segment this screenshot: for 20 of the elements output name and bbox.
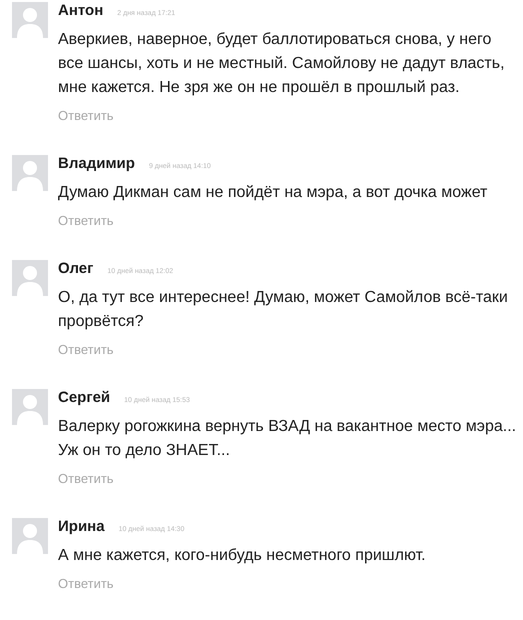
avatar-icon (12, 2, 48, 38)
author-name: Сергей (58, 389, 110, 406)
author-name: Антон (58, 2, 104, 19)
reply-link[interactable]: Ответить (58, 212, 520, 230)
comment-text: О, да тут все интереснее! Думаю, может Самойлов всё-таки прорвётся? (58, 288, 509, 332)
avatar-icon (12, 389, 48, 425)
avatar-icon (12, 260, 48, 296)
author-name: Ирина (58, 518, 105, 535)
avatar-icon (12, 518, 48, 554)
reply-link[interactable]: Ответить (58, 341, 520, 359)
avatar-icon (12, 155, 48, 191)
reply-link[interactable]: Ответить (58, 107, 520, 125)
comment-text: Валерку рогожкина вернуть ВЗАД на вакантное место мэра... Уж он то дело ЗНАЕТ... (58, 417, 518, 461)
reply-link[interactable]: Ответить (58, 575, 520, 593)
author-name: Олег (58, 260, 94, 277)
author-name: Владимир (58, 155, 135, 172)
comment-text: А мне кажется, кого-нибудь несметного пришлют. (58, 546, 427, 566)
reply-link[interactable]: Ответить (58, 470, 520, 488)
comment-text: Думаю Дикман сам не пойдёт на мэра, а вот дочка может (58, 183, 488, 203)
comment-text: Аверкиев, наверное, будет баллотироваться снова, у него все шансы, хоть и не местный. Самойлову не дадут власть, мне кажется. Не зря же он не прошёл в прошлый раз. (58, 30, 506, 98)
